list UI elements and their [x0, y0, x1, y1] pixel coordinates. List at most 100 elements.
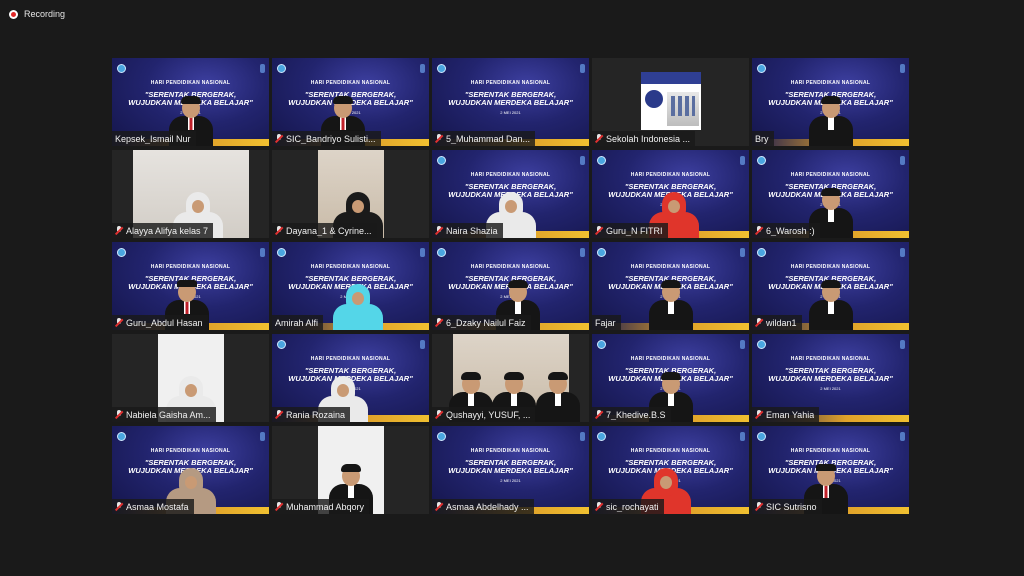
banner-title: HARI PENDIDIKAN NASIONAL — [310, 264, 391, 270]
muted-mic-icon — [435, 502, 443, 511]
participant-name-label: Naira Shazia — [432, 223, 503, 238]
participant-tile[interactable]: HARI PENDIDIKAN NASIONAL "SERENTAK BERGER… — [592, 242, 749, 330]
participant-name: Alayya Alifya kelas 7 — [126, 225, 209, 236]
muted-mic-icon — [755, 502, 763, 511]
participant-tile[interactable]: HARI PENDIDIKAN NASIONAL "SERENTAK BERGER… — [592, 150, 749, 238]
ministry-logo-icon — [597, 340, 606, 349]
participant-name-label: Qushayyi, YUSUF, ... — [432, 407, 536, 422]
person-head — [820, 280, 841, 302]
banner-date: 2 MEI 2021 — [500, 110, 521, 115]
participant-tile[interactable]: HARI PENDIDIKAN NASIONAL "SERENTAK BERGER… — [432, 58, 589, 146]
muted-mic-icon — [275, 226, 283, 235]
school-building-icon — [666, 92, 699, 126]
participant-name-label: 6_Warosh :) — [752, 223, 820, 238]
banner-logo-icon — [580, 64, 585, 73]
banner-logo-icon — [260, 64, 265, 73]
banner-logo-icon — [260, 248, 265, 257]
ministry-logo-icon — [437, 64, 446, 73]
person-body — [648, 300, 693, 330]
participant-name-label: Rania Rozaina — [272, 407, 351, 422]
participant-name-label: Fajar — [592, 315, 621, 330]
participant-name: SIC Sutrisno — [766, 501, 817, 512]
participant-name: Muhammad Abqory — [286, 501, 365, 512]
participant-tile[interactable]: Muhammad Abqory — [272, 426, 429, 514]
banner-logo-icon — [580, 432, 585, 441]
participant-tile[interactable]: HARI PENDIDIKAN NASIONAL "SERENTAK BERGER… — [272, 242, 429, 330]
school-logo — [640, 72, 701, 130]
meeting-window: Recording HARI PENDIDIKAN NASIONAL "SEREN… — [0, 0, 1024, 576]
banner-title: HARI PENDIDIKAN NASIONAL — [630, 264, 711, 270]
person-head — [498, 192, 523, 220]
banner-logo-icon — [900, 248, 905, 257]
muted-mic-icon — [755, 318, 763, 327]
participant-name: Amirah Alfi — [275, 317, 319, 328]
participant-tile[interactable]: HARI PENDIDIKAN NASIONAL "SERENTAK BERGER… — [272, 58, 429, 146]
person-head — [177, 280, 198, 302]
banner-slogan-line: WUJUDKAN MERDEKA BELAJAR" — [768, 374, 893, 383]
participant-tile[interactable]: HARI PENDIDIKAN NASIONAL "SERENTAK BERGER… — [112, 242, 269, 330]
banner-date: 2 MEI 2021 — [500, 478, 521, 483]
muted-mic-icon — [275, 410, 283, 419]
person-head — [660, 280, 681, 302]
participant-tile[interactable]: HARI PENDIDIKAN NASIONAL "SERENTAK BERGER… — [752, 426, 909, 514]
participant-tile[interactable]: HARI PENDIDIKAN NASIONAL "SERENTAK BERGER… — [112, 58, 269, 146]
participant-tile[interactable]: HARI PENDIDIKAN NASIONAL "SERENTAK BERGER… — [112, 426, 269, 514]
participant-tile[interactable]: HARI PENDIDIKAN NASIONAL "SERENTAK BERGER… — [592, 426, 749, 514]
muted-mic-icon — [275, 134, 283, 143]
muted-mic-icon — [435, 410, 443, 419]
recording-indicator[interactable]: Recording — [9, 9, 65, 19]
gallery-view: HARI PENDIDIKAN NASIONAL "SERENTAK BERGER… — [112, 58, 912, 517]
person-head — [661, 192, 686, 220]
participant-name-label: Guru_Abdul Hasan — [112, 315, 208, 330]
participant-name: Asmaa Abdelhady ... — [446, 501, 529, 512]
banner-slogan: "SERENTAK BERGERAK,WUJUDKAN MERDEKA BELA… — [752, 367, 909, 383]
person-head — [178, 376, 203, 404]
participant-name: Asmaa Mostafa — [126, 501, 189, 512]
muted-mic-icon — [115, 318, 123, 327]
banner-title: HARI PENDIDIKAN NASIONAL — [470, 448, 551, 454]
banner-logo-icon — [900, 64, 905, 73]
participant-tile[interactable]: Sekolah Indonesia ... — [592, 58, 749, 146]
banner-title: HARI PENDIDIKAN NASIONAL — [630, 448, 711, 454]
ministry-logo-icon — [277, 248, 286, 257]
participant-tile[interactable]: Qushayyi, YUSUF, ... — [432, 334, 589, 422]
banner-logo-icon — [420, 340, 425, 349]
ministry-logo-icon — [757, 156, 766, 165]
banner-logo-icon — [900, 340, 905, 349]
banner-title: HARI PENDIDIKAN NASIONAL — [790, 264, 871, 270]
participant-tile[interactable]: HARI PENDIDIKAN NASIONAL "SERENTAK BERGER… — [752, 58, 909, 146]
participant-tile[interactable]: Dayana_1 & Cyrine... — [272, 150, 429, 238]
banner-title: HARI PENDIDIKAN NASIONAL — [790, 80, 871, 86]
participant-name: 6_Dzaky Nailul Faiz — [446, 317, 526, 328]
participant-tile[interactable]: HARI PENDIDIKAN NASIONAL "SERENTAK BERGER… — [592, 334, 749, 422]
participant-name: SIC_Bandriyo Sulisti... — [286, 133, 376, 144]
ministry-logo-icon — [117, 64, 126, 73]
participant-name: Naira Shazia — [446, 225, 498, 236]
banner-title: HARI PENDIDIKAN NASIONAL — [310, 356, 391, 362]
participant-name-label: Dayana_1 & Cyrine... — [272, 223, 377, 238]
banner-logo-icon — [900, 156, 905, 165]
person-head — [186, 192, 211, 220]
banner-logo-icon — [420, 64, 425, 73]
participant-tile[interactable]: HARI PENDIDIKAN NASIONAL "SERENTAK BERGER… — [432, 242, 589, 330]
participant-name-label: sic_rochayati — [592, 499, 664, 514]
banner-logo-icon — [740, 340, 745, 349]
participant-tile[interactable]: HARI PENDIDIKAN NASIONAL "SERENTAK BERGER… — [432, 426, 589, 514]
participant-tile[interactable]: HARI PENDIDIKAN NASIONAL "SERENTAK BERGER… — [752, 242, 909, 330]
participant-tile[interactable]: HARI PENDIDIKAN NASIONAL "SERENTAK BERGER… — [752, 150, 909, 238]
participant-tile[interactable]: HARI PENDIDIKAN NASIONAL "SERENTAK BERGER… — [272, 334, 429, 422]
banner-logo-icon — [580, 248, 585, 257]
participant-tile[interactable]: HARI PENDIDIKAN NASIONAL "SERENTAK BERGER… — [752, 334, 909, 422]
participant-name: Kepsek_Ismail Nur — [115, 133, 191, 144]
person-head — [340, 464, 361, 486]
banner-logo-icon — [420, 248, 425, 257]
participant-name: Rania Rozaina — [286, 409, 346, 420]
participant-name: Qushayyi, YUSUF, ... — [446, 409, 531, 420]
muted-mic-icon — [435, 318, 443, 327]
participant-tile[interactable]: Alayya Alifya kelas 7 — [112, 150, 269, 238]
participant-tile[interactable]: HARI PENDIDIKAN NASIONAL "SERENTAK BERGER… — [432, 150, 589, 238]
participant-tile[interactable]: Nabiela Gaisha Am... — [112, 334, 269, 422]
person-head — [815, 464, 836, 486]
ministry-logo-icon — [757, 64, 766, 73]
banner-title: HARI PENDIDIKAN NASIONAL — [630, 356, 711, 362]
